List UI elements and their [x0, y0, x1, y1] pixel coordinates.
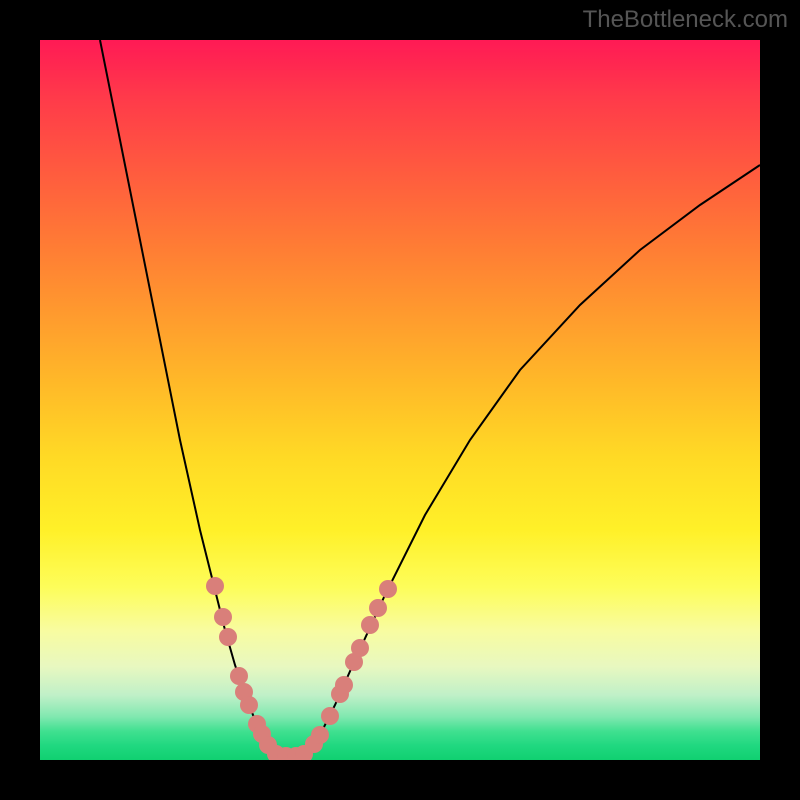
curve-line — [100, 40, 760, 756]
data-point — [230, 667, 248, 685]
data-point — [351, 639, 369, 657]
data-point — [361, 616, 379, 634]
data-point — [379, 580, 397, 598]
plot-area — [40, 40, 760, 760]
data-point — [240, 696, 258, 714]
bottleneck-curve — [100, 40, 760, 756]
data-point — [214, 608, 232, 626]
data-point — [311, 726, 329, 744]
data-point — [335, 676, 353, 694]
data-point — [369, 599, 387, 617]
chart-svg — [40, 40, 760, 760]
data-point — [321, 707, 339, 725]
data-point — [219, 628, 237, 646]
data-markers — [206, 577, 397, 760]
watermark-text: TheBottleneck.com — [583, 6, 788, 34]
data-point — [206, 577, 224, 595]
